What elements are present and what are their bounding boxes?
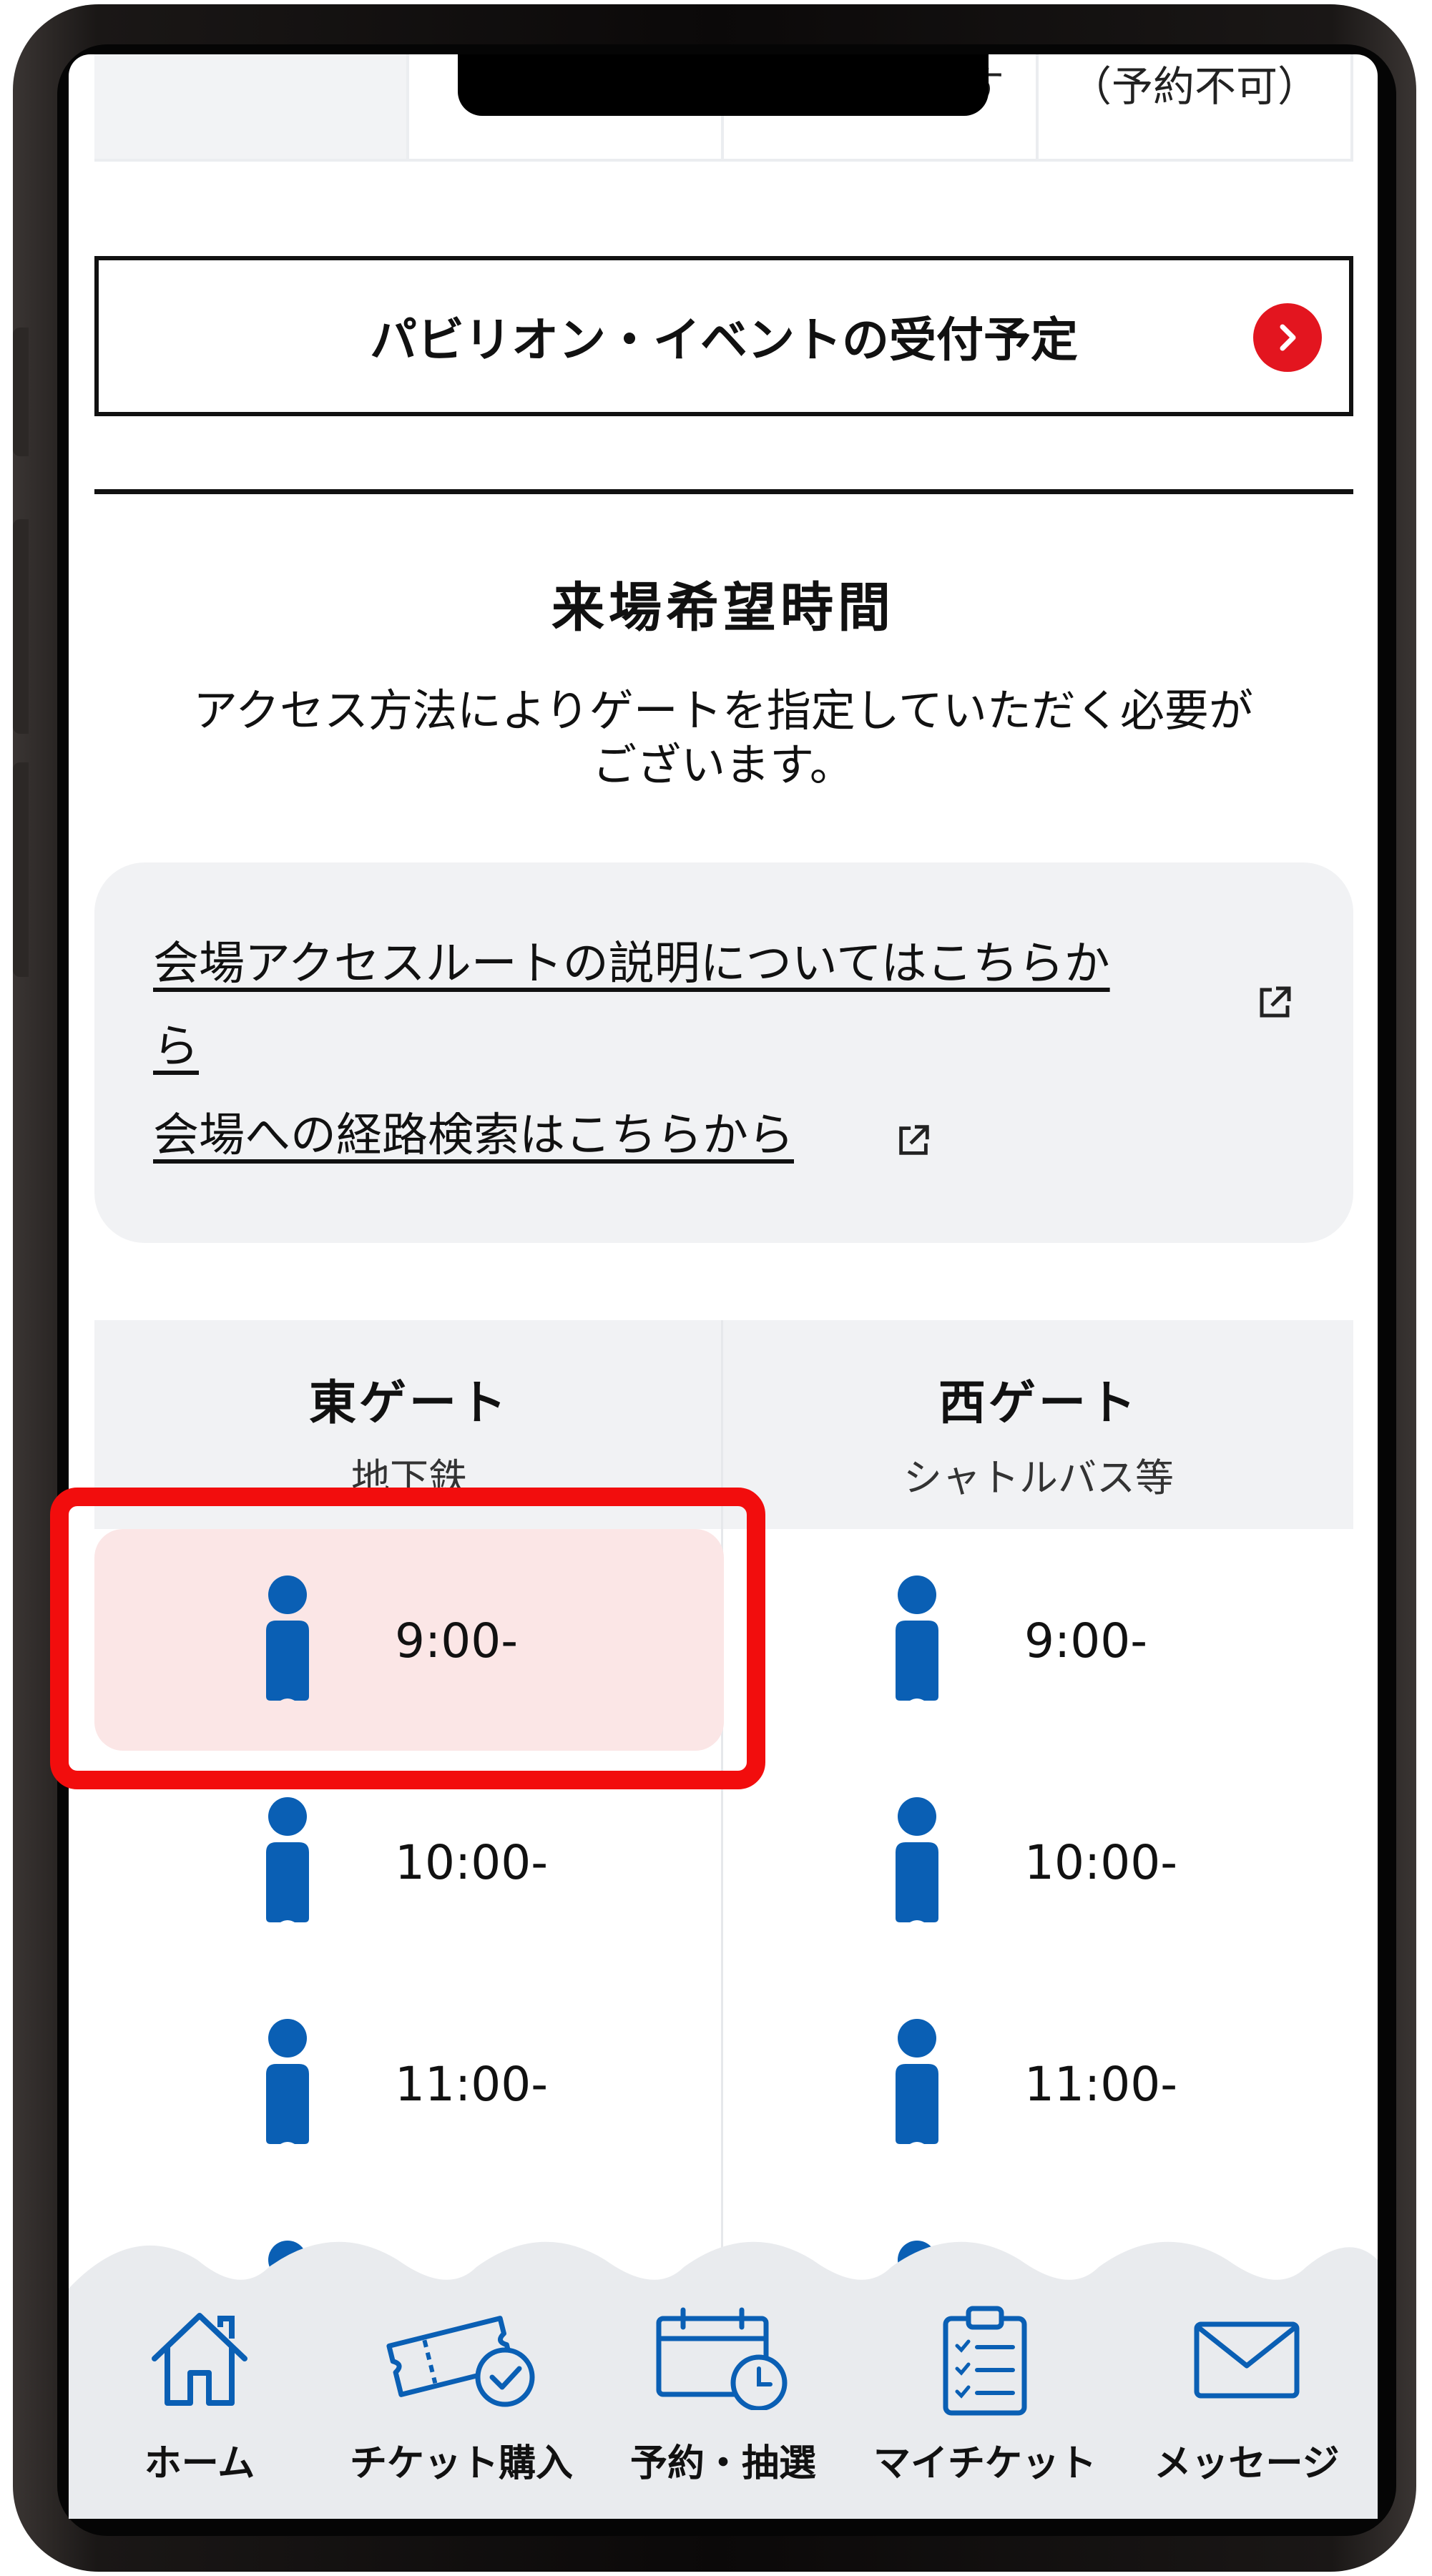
nav-label: メッセージ <box>1154 2442 1340 2485</box>
home-icon <box>152 2313 247 2406</box>
volume-up-button <box>13 328 29 456</box>
nav-message[interactable]: メッセージ <box>1116 2224 1378 2519</box>
pavilion-event-label: パビリオン・イベントの受付予定 <box>370 313 1078 368</box>
description-line: アクセス方法によりゲートを指定していただく必要が <box>193 684 1253 737</box>
person-icon <box>266 2019 309 2144</box>
pavilion-event-schedule-button[interactable]: パビリオン・イベントの受付予定 <box>94 256 1353 416</box>
person-icon <box>896 1797 938 1922</box>
time-slot-west-10[interactable]: 10:00- <box>724 1751 1353 1972</box>
slot-time: 10:00- <box>395 1835 549 1890</box>
slot-time: 10:00- <box>1024 1835 1178 1890</box>
nav-label: 予約・抽選 <box>629 2442 816 2485</box>
nav-label: マイチケット <box>873 2442 1097 2485</box>
gate-name: 西ゲート <box>938 1375 1139 1430</box>
gate-name: 東ゲート <box>309 1375 509 1430</box>
route-search-link[interactable]: 会場への経路検索はこちらから <box>153 1098 794 1164</box>
slot-time: 11:00- <box>395 2057 549 2112</box>
chevron-right-icon <box>1253 303 1322 372</box>
section-divider <box>94 489 1353 494</box>
route-search-link-label: 会場への経路検索はこちらから <box>153 1109 794 1162</box>
access-route-link-line: 会場アクセスルートの説明についてはこちらか <box>153 938 1110 990</box>
mail-icon <box>1194 2321 1300 2399</box>
person-icon <box>896 2019 938 2144</box>
table-cell <box>94 54 409 162</box>
nav-label: ホーム <box>144 2442 255 2485</box>
nav-label: チケット購入 <box>349 2442 573 2485</box>
nav-reservation[interactable]: 予約・抽選 <box>592 2224 854 2519</box>
external-link-icon <box>899 1125 929 1155</box>
person-icon <box>896 1575 938 1701</box>
access-route-link[interactable]: 会場アクセスルートの説明についてはこちらか ら <box>153 927 1226 1076</box>
time-slot-west-11[interactable]: 11:00- <box>724 1972 1353 2194</box>
calendar-clock-icon <box>656 2307 788 2410</box>
time-slot-west-9[interactable]: 9:00- <box>724 1529 1353 1751</box>
side-button <box>13 762 29 977</box>
gate-access-method: シャトルバス等 <box>903 1455 1174 1500</box>
bottom-nav: ホーム チケット購入 予約・抽選 マイチケット メッセージ <box>69 2224 1378 2519</box>
selection-highlight-box <box>50 1488 765 1789</box>
section-title: 来場希望時間 <box>551 577 895 639</box>
notch <box>458 54 989 116</box>
ticket-icon <box>386 2316 535 2407</box>
nav-home[interactable]: ホーム <box>69 2224 330 2519</box>
nav-my-ticket[interactable]: マイチケット <box>854 2224 1116 2519</box>
nav-ticket-purchase[interactable]: チケット購入 <box>330 2224 592 2519</box>
section-description: アクセス方法によりゲートを指定していただく必要が ございます。 <box>83 684 1363 792</box>
screen: 予想されます （予約不可） パビリオン・イベントの受付予定 来場希望時間 アクセ… <box>69 54 1378 2519</box>
table-cell: （予約不可） <box>1039 54 1353 162</box>
volume-down-button <box>13 519 29 734</box>
external-link-icon <box>1260 986 1291 1018</box>
description-line: ございます。 <box>592 739 854 791</box>
time-slot-east-11[interactable]: 11:00- <box>94 1972 724 2194</box>
slot-time: 11:00- <box>1024 2057 1178 2112</box>
access-links-box: 会場アクセスルートの説明についてはこちらか ら 会場への経路検索はこちらから <box>94 862 1353 1243</box>
person-icon <box>266 1797 309 1922</box>
gate-header-west: 西ゲート シャトルバス等 <box>724 1320 1353 1529</box>
access-route-link-line: ら <box>153 1021 199 1073</box>
slot-time: 9:00- <box>1024 1613 1148 1668</box>
clipboard-icon <box>943 2306 1027 2416</box>
